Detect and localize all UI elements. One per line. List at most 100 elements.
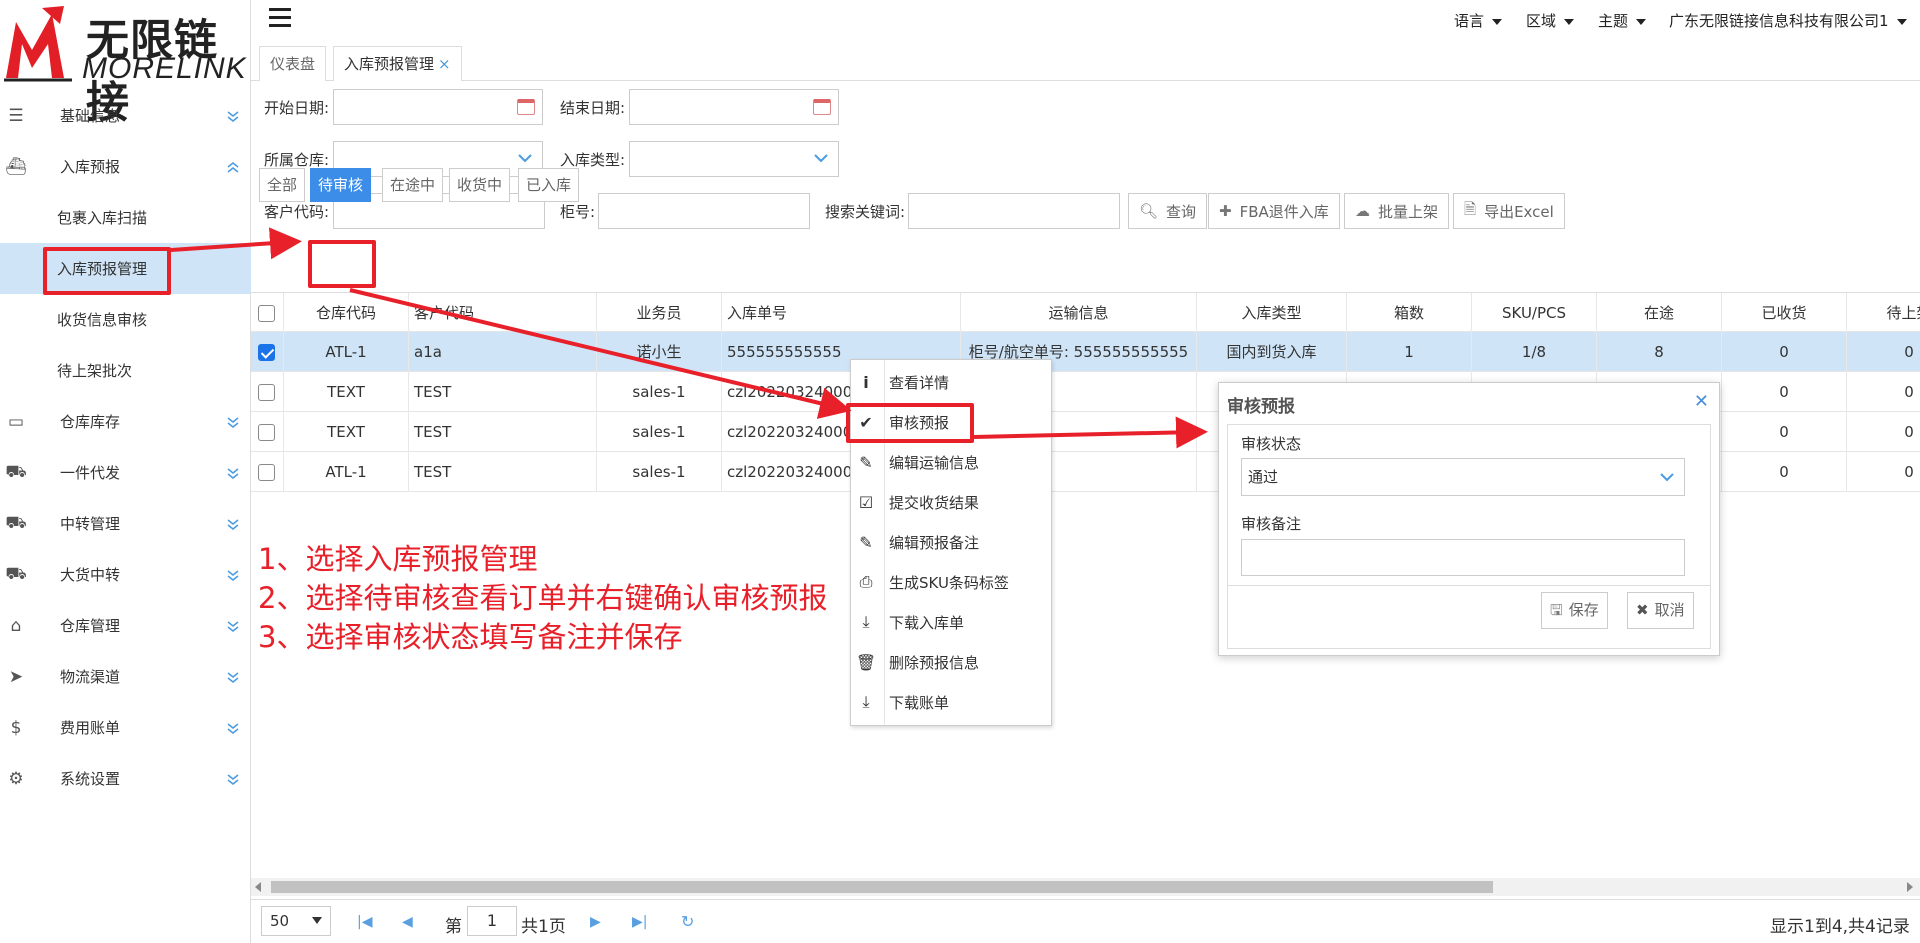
column-header[interactable]: 入库单号 [722, 293, 961, 333]
context-submit-receipt[interactable]: ☑ 提交收货结果 [851, 482, 1051, 522]
status-tab-received[interactable]: 已入库 [518, 168, 580, 202]
column-header[interactable]: 待上架 [1847, 293, 1920, 333]
sidebar-item-bulk-transfer[interactable]: ⛟ 大货中转 [0, 549, 251, 600]
context-view-details[interactable]: i 查看详情 [851, 362, 1051, 402]
hamburger-menu-icon[interactable] [269, 8, 291, 28]
calendar-icon[interactable] [813, 99, 831, 115]
query-button[interactable]: 🔍︎ 查询 [1128, 193, 1208, 229]
context-download-bill[interactable]: ⤓ 下载账单 [851, 682, 1051, 722]
inbound-type-select[interactable] [629, 141, 839, 177]
column-header[interactable]: 业务员 [597, 293, 722, 333]
tab-forecast-management[interactable]: 入库预报管理 × [333, 46, 462, 81]
page-size-select[interactable]: 50 [261, 906, 331, 936]
close-icon: ✖ [1636, 601, 1649, 619]
calendar-check-icon: ☑ [858, 492, 874, 512]
review-status-select[interactable]: 通过 [1241, 458, 1685, 496]
row-checkbox[interactable] [258, 384, 275, 401]
sidebar-item-transfer[interactable]: ⛟ 中转管理 [0, 498, 251, 549]
end-date-input[interactable] [629, 89, 839, 125]
keyword-input[interactable] [908, 193, 1120, 229]
region-menu[interactable]: 区域 [1526, 10, 1575, 31]
theme-menu[interactable]: 主题 [1598, 10, 1647, 31]
fba-return-button[interactable]: ✚ FBA退件入库 [1208, 193, 1340, 229]
home-icon: ⌂ [10, 615, 22, 636]
sidebar-subitem-receipt-review[interactable]: 收货信息审核 [0, 294, 251, 345]
table-cell: TEXT [284, 412, 409, 452]
sidebar-subitem-parcel-scan[interactable]: 包裹入库扫描 [0, 192, 251, 243]
column-header[interactable]: 运输信息 [961, 293, 1197, 333]
table-cell: TEXT [284, 372, 409, 412]
row-select[interactable] [251, 332, 284, 372]
chevron-double-down-icon [227, 722, 239, 734]
sidebar-item-label: 中转管理 [60, 515, 121, 533]
row-checkbox[interactable] [258, 424, 275, 441]
status-tab-pending-review[interactable]: 待审核 [310, 168, 372, 202]
scroll-right-icon[interactable] [1907, 882, 1913, 892]
first-page-icon[interactable]: |◀ [357, 914, 372, 930]
column-header[interactable]: 已收货 [1722, 293, 1847, 333]
table-cell: a1a [409, 332, 597, 372]
sidebar-item-warehouse-stock[interactable]: ▭ 仓库库存 [0, 396, 251, 447]
column-header[interactable]: 入库类型 [1197, 293, 1347, 333]
context-edit-transport[interactable]: ✎ 编辑运输信息 [851, 442, 1051, 482]
status-tab-all[interactable]: 全部 [259, 168, 306, 202]
sidebar-item-inbound-forecast[interactable]: ⛴ 入库预报 [0, 141, 251, 192]
column-header[interactable]: SKU/PCS [1472, 293, 1597, 333]
status-tab-in-transit[interactable]: 在途中 [382, 168, 444, 202]
language-menu[interactable]: 语言 [1454, 10, 1503, 31]
close-icon[interactable]: × [438, 55, 451, 73]
sidebar-item-label: 一件代发 [60, 464, 121, 482]
save-button[interactable]: 🖫 保存 [1541, 592, 1608, 629]
sidebar-item-label: 入库预报 [60, 158, 121, 176]
status-tab-receiving[interactable]: 收货中 [449, 168, 511, 202]
column-header[interactable]: 在途 [1597, 293, 1722, 333]
select-all-checkbox[interactable] [258, 305, 275, 322]
row-checkbox[interactable] [258, 344, 275, 361]
calendar-icon[interactable] [517, 99, 535, 115]
row-select[interactable] [251, 372, 284, 412]
company-menu[interactable]: 广东无限链接信息科技有限公司1 [1669, 10, 1907, 31]
cancel-button-label: 取消 [1654, 601, 1685, 619]
row-select[interactable] [251, 412, 284, 452]
row-checkbox[interactable] [258, 464, 275, 481]
sidebar-item-settings[interactable]: ⚙ 系统设置 [0, 753, 251, 804]
column-header[interactable]: 仓库代码 [284, 293, 409, 333]
context-download-inbound[interactable]: ⤓ 下载入库单 [851, 602, 1051, 642]
last-page-icon[interactable]: ▶| [632, 914, 647, 930]
container-no-input[interactable] [598, 193, 810, 229]
context-delete-forecast[interactable]: 🗑︎ 删除预报信息 [851, 642, 1051, 682]
sidebar-item-logistics-channel[interactable]: ➤ 物流渠道 [0, 651, 251, 702]
column-header[interactable]: 箱数 [1347, 293, 1472, 333]
sidebar-subitem-pending-shelving[interactable]: 待上架批次 [0, 345, 251, 396]
chevron-double-down-icon [227, 518, 239, 530]
sidebar-item-dropship[interactable]: ⛟ 一件代发 [0, 447, 251, 498]
row-select[interactable] [251, 452, 284, 492]
refresh-icon[interactable]: ↻ [681, 912, 694, 931]
review-remark-input[interactable] [1241, 539, 1685, 576]
prev-page-icon[interactable]: ◀ [402, 914, 413, 930]
tab-dashboard[interactable]: 仪表盘 [259, 46, 327, 81]
total-pages: 共1页 [521, 917, 566, 937]
batch-shelve-button[interactable]: ☁ 批量上架 [1344, 193, 1450, 229]
sidebar-item-warehouse-management[interactable]: ⌂ 仓库管理 [0, 600, 251, 651]
caret-down-icon [1896, 18, 1907, 25]
export-excel-button[interactable]: 🗎 导出Excel [1453, 193, 1565, 229]
horizontal-scrollbar[interactable] [251, 878, 1920, 896]
context-generate-sku-label[interactable]: ⎙ 生成SKU条码标签 [851, 562, 1051, 602]
scroll-left-icon[interactable] [255, 882, 261, 892]
truck-icon: ⛟ [5, 461, 27, 482]
column-header[interactable]: 客户代码 [409, 293, 597, 333]
table-cell: 0 [1722, 372, 1847, 412]
close-icon[interactable]: ✕ [1694, 391, 1709, 412]
context-edit-remark[interactable]: ✎ 编辑预报备注 [851, 522, 1051, 562]
next-page-icon[interactable]: ▶ [590, 914, 601, 930]
table-row[interactable]: ATL-1 a1a 诺小生 555555555555 柜号/航空单号: 5555… [251, 332, 1920, 372]
header-select-all[interactable] [251, 293, 284, 333]
sidebar-item-billing[interactable]: $ 费用账单 [0, 702, 251, 753]
download-icon: ⤓ [862, 612, 870, 631]
start-date-input[interactable] [333, 89, 543, 125]
cancel-button[interactable]: ✖ 取消 [1627, 592, 1694, 629]
scrollbar-thumb[interactable] [271, 881, 1493, 893]
page-number-input[interactable]: 1 [467, 906, 517, 936]
sidebar-item-basic-info[interactable]: ☰ 基础信息 [0, 90, 251, 141]
